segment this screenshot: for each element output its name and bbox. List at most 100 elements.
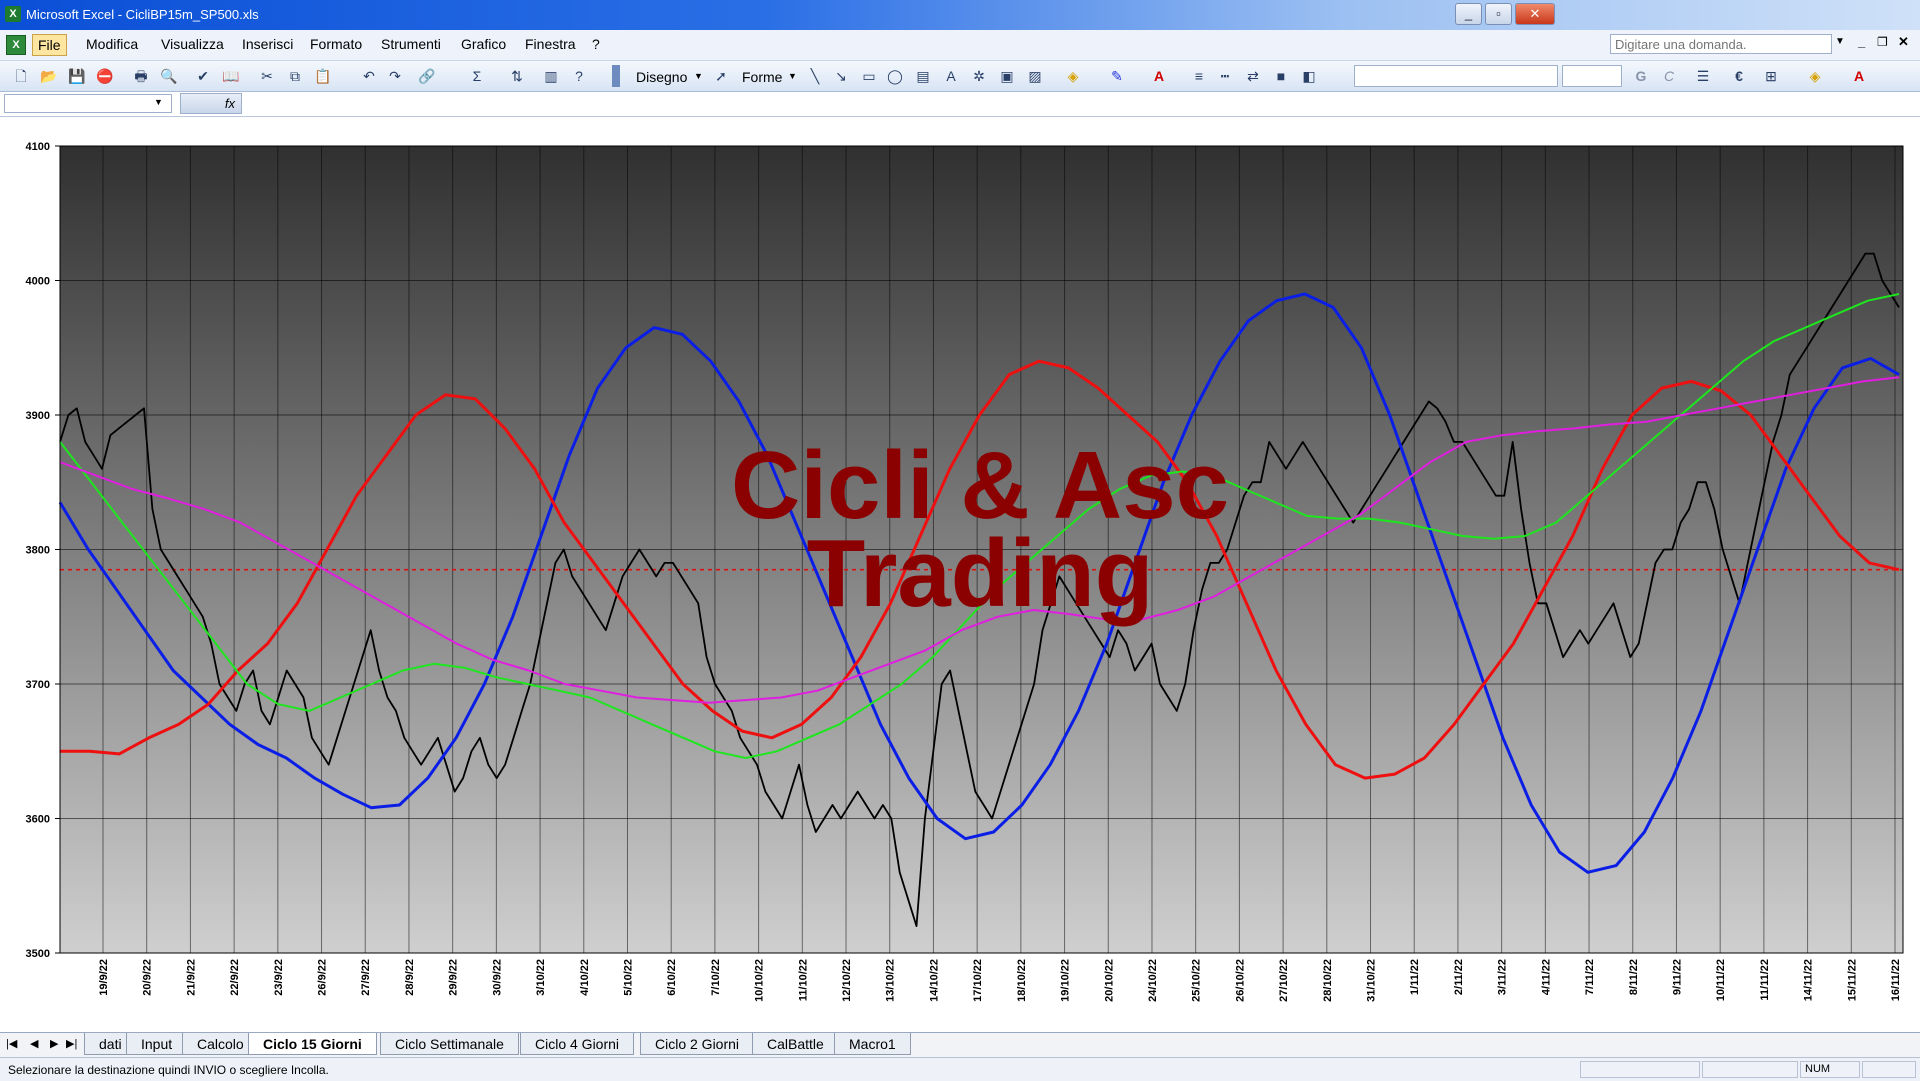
- font-name-select[interactable]: [1354, 65, 1558, 87]
- line-color-icon[interactable]: ✎: [1106, 65, 1128, 87]
- 3d-icon[interactable]: ◧: [1298, 65, 1320, 87]
- disegno-menu[interactable]: Disegno: [636, 69, 687, 85]
- excel-icon: X: [5, 6, 21, 22]
- select-objects-icon[interactable]: ➚: [710, 65, 732, 87]
- standard-toolbar: 🗋 📂 💾 ⛔ 🖶 🔍 ✔ 📖 ✂ ⧉ 📋 ↶ ↷ 🔗 Σ ⇅ ▥ ? Dise…: [0, 61, 1920, 92]
- menu-strumenti[interactable]: Strumenti: [381, 36, 441, 52]
- x-tick-label: 26/10/22: [1234, 959, 1246, 1002]
- arrow-icon[interactable]: ↘: [830, 65, 852, 87]
- font-color-icon[interactable]: A: [1148, 65, 1170, 87]
- toolbar-separator: [612, 65, 620, 87]
- help-dropdown-icon[interactable]: ▼: [1835, 36, 1845, 47]
- tab-ciclo-settimanale[interactable]: Ciclo Settimanale: [380, 1033, 519, 1055]
- dash-style-icon[interactable]: ┅: [1214, 65, 1236, 87]
- help-icon[interactable]: ?: [568, 65, 590, 87]
- cell-fill-icon[interactable]: ◈: [1804, 65, 1826, 87]
- name-box-dropdown-icon[interactable]: ▼: [154, 97, 163, 107]
- insert-hyperlink-icon[interactable]: 🔗: [416, 65, 438, 87]
- tab-ciclo-2-giorni[interactable]: Ciclo 2 Giorni: [640, 1033, 755, 1055]
- menu-grafico[interactable]: Grafico: [461, 36, 506, 52]
- disegno-dropdown-icon[interactable]: ▼: [694, 71, 703, 81]
- italic-icon[interactable]: C: [1658, 65, 1680, 87]
- diagram-icon[interactable]: ✲: [968, 65, 990, 87]
- research-icon[interactable]: 📖: [220, 65, 242, 87]
- tab-macro1[interactable]: Macro1: [834, 1033, 911, 1055]
- doc-restore-icon[interactable]: ❐: [1877, 35, 1888, 49]
- last-sheet-icon[interactable]: ▶|: [66, 1037, 77, 1050]
- forme-dropdown-icon[interactable]: ▼: [788, 71, 797, 81]
- x-tick-label: 11/10/22: [797, 959, 809, 1001]
- textbox-icon[interactable]: ▤: [912, 65, 934, 87]
- print-icon[interactable]: 🖶: [130, 65, 152, 87]
- x-tick-label: 22/9/22: [229, 959, 241, 996]
- tab-input[interactable]: Input: [126, 1033, 188, 1055]
- doc-minimize-icon[interactable]: _: [1858, 34, 1865, 49]
- doc-close-icon[interactable]: ✕: [1898, 34, 1909, 50]
- cycle-chart[interactable]: 4100 4000 3900 3800 3700 3600 3500 19/9/22 20/9…: [0, 118, 1920, 1031]
- menu-formato[interactable]: Formato: [310, 36, 362, 52]
- prev-sheet-icon[interactable]: ◀: [30, 1037, 38, 1050]
- x-tick-label: 16/11/22: [1890, 959, 1902, 1001]
- menu-finestra[interactable]: Finestra: [525, 36, 576, 52]
- help-question-input[interactable]: [1610, 34, 1832, 54]
- spelling-icon[interactable]: ✔: [192, 65, 214, 87]
- menu-bar: X File Modifica Visualizza Inserisci For…: [0, 30, 1920, 61]
- menu-help[interactable]: ?: [592, 36, 600, 52]
- menu-modifica[interactable]: Modifica: [86, 36, 138, 52]
- tab-calbattle[interactable]: CalBattle: [752, 1033, 839, 1055]
- copy-icon[interactable]: ⧉: [284, 65, 306, 87]
- forme-menu[interactable]: Forme: [742, 69, 782, 85]
- x-tick-label: 17/10/22: [972, 959, 984, 1002]
- insert-function-icon[interactable]: fx: [180, 93, 242, 114]
- bold-icon[interactable]: G: [1630, 65, 1652, 87]
- redo-icon[interactable]: ↷: [384, 65, 406, 87]
- tab-ciclo-15-giorni[interactable]: Ciclo 15 Giorni: [248, 1033, 377, 1055]
- menu-file[interactable]: File: [32, 34, 67, 56]
- picture-icon[interactable]: ▨: [1024, 65, 1046, 87]
- maximize-button[interactable]: ▫: [1485, 3, 1512, 25]
- name-box[interactable]: [4, 94, 172, 113]
- autosum-icon[interactable]: Σ: [466, 65, 488, 87]
- formula-bar: ▼ fx: [0, 92, 1920, 117]
- align-icon[interactable]: ☰: [1692, 65, 1714, 87]
- close-button[interactable]: ✕: [1515, 3, 1555, 25]
- chart-wizard-icon[interactable]: ▥: [540, 65, 562, 87]
- sort-icon[interactable]: ⇅: [506, 65, 528, 87]
- next-sheet-icon[interactable]: ▶: [50, 1037, 58, 1050]
- paste-icon[interactable]: 📋: [312, 65, 334, 87]
- open-icon[interactable]: 📂: [38, 65, 60, 87]
- oval-icon[interactable]: ◯: [884, 65, 906, 87]
- x-tick-label: 2/11/22: [1453, 959, 1465, 995]
- status-bar: Selezionare la destinazione quindi INVIO…: [0, 1057, 1920, 1081]
- clipart-icon[interactable]: ▣: [996, 65, 1018, 87]
- new-icon[interactable]: 🗋: [10, 65, 32, 87]
- y-tick-label: 3700: [26, 679, 50, 691]
- cell-font-color-icon[interactable]: A: [1848, 65, 1870, 87]
- tab-ciclo-4-giorni[interactable]: Ciclo 4 Giorni: [520, 1033, 635, 1055]
- excel-menu-icon[interactable]: X: [6, 35, 26, 55]
- formula-input[interactable]: [244, 94, 1914, 113]
- save-icon[interactable]: 💾: [66, 65, 88, 87]
- line-icon[interactable]: ╲: [804, 65, 826, 87]
- rectangle-icon[interactable]: ▭: [858, 65, 880, 87]
- menu-inserisci[interactable]: Inserisci: [242, 36, 293, 52]
- arrow-style-icon[interactable]: ⇄: [1242, 65, 1264, 87]
- shadow-icon[interactable]: ■: [1270, 65, 1292, 87]
- first-sheet-icon[interactable]: |◀: [6, 1037, 17, 1050]
- x-tick-label: 5/10/22: [622, 959, 634, 996]
- wordart-icon[interactable]: A: [940, 65, 962, 87]
- permission-icon[interactable]: ⛔: [94, 65, 116, 87]
- undo-icon[interactable]: ↶: [358, 65, 380, 87]
- euro-icon[interactable]: €: [1728, 65, 1750, 87]
- borders-icon[interactable]: ⊞: [1760, 65, 1782, 87]
- cut-icon[interactable]: ✂: [256, 65, 278, 87]
- line-style-icon[interactable]: ≡: [1188, 65, 1210, 87]
- font-size-select[interactable]: [1562, 65, 1622, 87]
- chart-area[interactable]: 4100 4000 3900 3800 3700 3600 3500 19/9/22 20/9…: [0, 118, 1920, 1031]
- x-axis-tick-labels: 19/9/22 20/9/22 21/9/22 22/9/22 23/9/22 26/9/…: [98, 959, 1902, 1002]
- minimize-button[interactable]: _: [1455, 3, 1482, 25]
- print-preview-icon[interactable]: 🔍: [158, 65, 180, 87]
- x-tick-label: 25/10/22: [1191, 959, 1203, 1002]
- menu-visualizza[interactable]: Visualizza: [161, 36, 224, 52]
- fill-color-icon[interactable]: ◈: [1062, 65, 1084, 87]
